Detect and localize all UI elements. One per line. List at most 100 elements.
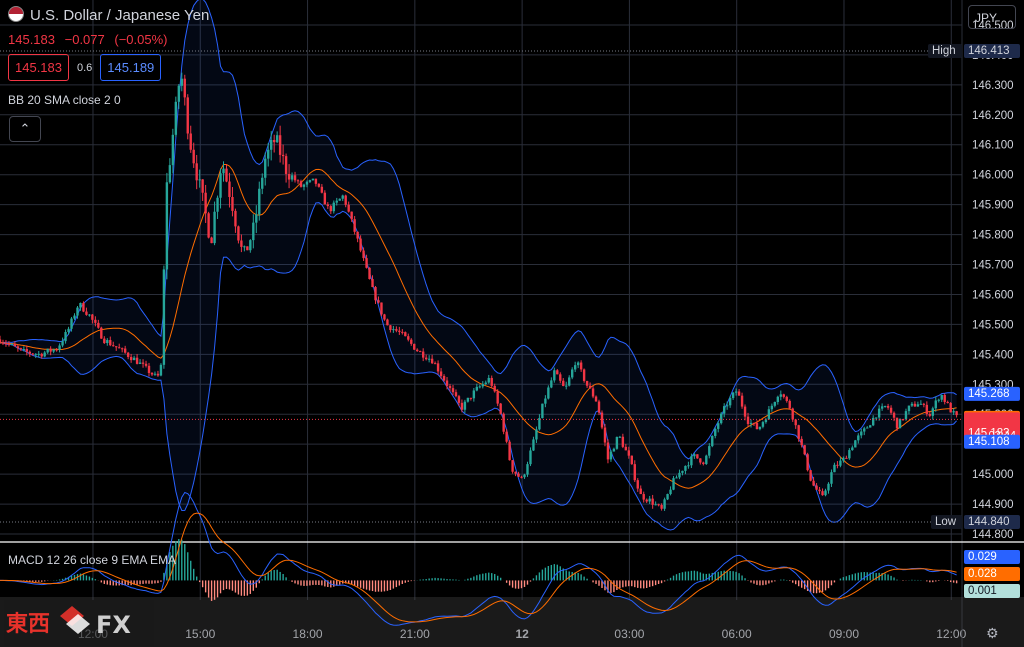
macd-value: 0.029 <box>968 551 997 563</box>
candle-body <box>687 465 690 467</box>
bb-upper-value: 145.268 <box>968 388 1010 400</box>
candle-body <box>353 219 356 232</box>
candle-body <box>484 382 487 385</box>
candle-body <box>433 363 437 365</box>
candle-body <box>419 351 422 353</box>
candle-body <box>19 348 23 350</box>
candle-body <box>913 403 917 407</box>
candle-body <box>785 396 788 401</box>
candle-body <box>779 394 783 397</box>
gear-icon[interactable]: ⚙ <box>986 625 999 642</box>
candle-body <box>791 408 794 420</box>
candle-body <box>287 173 291 180</box>
collapse-legend-button[interactable]: ⌃ <box>9 116 41 142</box>
candle-body <box>702 462 705 464</box>
candle-body <box>720 413 723 424</box>
candle-body <box>654 504 657 506</box>
price-chart[interactable]: 146.500146.400146.300146.200146.100146.0… <box>0 0 1024 647</box>
buy-button[interactable]: 145.189 <box>100 54 162 81</box>
candle-body <box>943 395 946 402</box>
candle-body <box>708 446 711 456</box>
candle-body <box>505 431 508 442</box>
candle-body <box>442 375 446 381</box>
candle-body <box>132 357 136 361</box>
candle-body <box>565 385 568 387</box>
candle-body <box>475 386 479 391</box>
candle-body <box>448 385 452 389</box>
candle-body <box>94 319 97 323</box>
candle-body <box>213 211 216 244</box>
candle-body <box>100 327 103 339</box>
candle-body <box>696 454 699 459</box>
candle-body <box>523 474 526 478</box>
quote-line: 145.183 −0.077 (−0.05%) <box>8 32 174 47</box>
candle-body <box>740 395 744 407</box>
candle-body <box>326 204 330 207</box>
candle-body <box>585 380 589 386</box>
y-tick-label: 146.300 <box>972 80 1014 92</box>
candle-body <box>392 329 395 331</box>
candle-body <box>329 206 332 212</box>
candle-body <box>347 204 350 212</box>
candle-body <box>821 491 824 496</box>
candle-body <box>106 340 109 344</box>
sell-button[interactable]: 145.183 <box>8 54 69 81</box>
chart-background <box>0 0 1024 647</box>
y-tick-label: 145.800 <box>972 230 1014 242</box>
candle-body <box>851 447 854 451</box>
candle-body <box>722 406 726 414</box>
candle-body <box>407 336 410 340</box>
candle-body <box>88 314 91 316</box>
candle-body <box>67 328 70 332</box>
candle-body <box>147 365 151 373</box>
candle-body <box>138 362 142 364</box>
macd-indicator-label[interactable]: MACD 12 26 close 9 EMA EMA <box>8 553 176 567</box>
candle-body <box>350 211 353 220</box>
candle-body <box>600 412 604 428</box>
candle-body <box>827 483 830 491</box>
candle-body <box>472 390 476 399</box>
logo-text-cn: 東西 <box>6 612 50 637</box>
candle-body <box>180 78 183 86</box>
candle-body <box>603 427 607 443</box>
y-tick-label: 145.600 <box>972 289 1014 301</box>
candle-body <box>25 348 29 352</box>
bb-lower-value: 145.108 <box>968 436 1010 448</box>
candle-body <box>129 356 133 361</box>
candle-body <box>547 387 550 399</box>
candle-body <box>714 428 717 436</box>
candle-body <box>699 458 702 463</box>
high-value-label: 146.413 <box>968 45 1010 57</box>
candle-body <box>31 353 34 355</box>
y-tick-label: 146.200 <box>972 110 1014 122</box>
candle-body <box>731 392 735 399</box>
candle-body <box>79 302 82 308</box>
y-tick-label: 146.100 <box>972 140 1014 152</box>
candle-body <box>308 180 312 182</box>
candle-body <box>70 318 73 329</box>
candle-body <box>362 250 365 259</box>
candle-body <box>192 149 195 164</box>
candle-body <box>639 488 642 495</box>
candle-body <box>323 192 327 205</box>
symbol-title: U.S. Dollar / Japanese Yen <box>30 7 210 24</box>
candle-body <box>332 202 335 212</box>
candle-body <box>502 413 505 432</box>
candle-body <box>606 442 610 460</box>
candle-body <box>770 405 774 410</box>
candle-body <box>272 140 276 143</box>
candle-body <box>576 362 580 366</box>
candle-body <box>672 478 675 490</box>
candle-body <box>910 403 914 406</box>
candle-body <box>55 349 58 351</box>
candle-body <box>919 403 923 405</box>
candle-body <box>413 343 416 350</box>
bb-indicator-label[interactable]: BB 20 SMA close 2 0 <box>8 93 121 107</box>
candle-body <box>725 405 729 407</box>
candle-body <box>126 352 130 357</box>
candle-body <box>52 349 55 352</box>
currency-button[interactable]: JPY <box>968 5 1016 29</box>
candle-body <box>925 404 929 414</box>
candle-body <box>204 192 207 214</box>
candle-body <box>717 423 720 429</box>
